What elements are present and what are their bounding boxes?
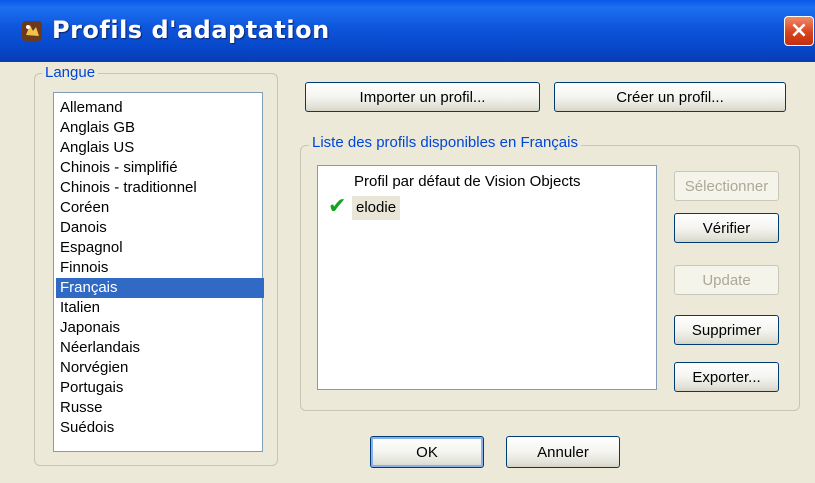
language-item[interactable]: Chinois - simplifié xyxy=(56,158,264,178)
language-list[interactable]: Allemand Anglais GB Anglais US Chinois -… xyxy=(53,92,264,452)
language-group-label: Langue xyxy=(42,64,99,81)
language-item[interactable]: Finnois xyxy=(56,258,264,278)
language-item[interactable]: Suédois xyxy=(56,418,264,438)
language-item[interactable]: Japonais xyxy=(56,318,264,338)
verify-button[interactable]: Vérifier xyxy=(674,213,779,243)
select-button[interactable]: Sélectionner xyxy=(674,171,779,201)
language-item[interactable]: Anglais US xyxy=(56,138,264,158)
profile-list[interactable]: Profil par défaut de Vision Objects ✔ el… xyxy=(317,165,657,390)
profile-item-active[interactable]: elodie xyxy=(352,196,401,220)
import-profile-button[interactable]: Importer un profil... xyxy=(305,82,540,112)
language-item[interactable]: Coréen xyxy=(56,198,264,218)
language-item[interactable]: Danois xyxy=(56,218,264,238)
ok-button[interactable]: OK xyxy=(370,436,484,468)
profile-name: elodie xyxy=(356,199,397,216)
language-item[interactable]: Russe xyxy=(56,398,264,418)
profiles-group-label: Liste des profils disponibles en Françai… xyxy=(309,134,581,151)
title-bar[interactable]: Profils d'adaptation × xyxy=(0,0,815,62)
language-item[interactable]: Chinois - traditionnel xyxy=(56,178,264,198)
language-item[interactable]: Espagnol xyxy=(56,238,264,258)
language-item[interactable]: Néerlandais xyxy=(56,338,264,358)
language-item[interactable]: Italien xyxy=(56,298,264,318)
language-item[interactable]: Portugais xyxy=(56,378,264,398)
language-item-selected[interactable]: Français xyxy=(56,278,264,298)
cancel-button[interactable]: Annuler xyxy=(506,436,620,468)
profile-name: Profil par défaut de Vision Objects xyxy=(354,173,581,190)
language-item[interactable]: Norvégien xyxy=(56,358,264,378)
language-item[interactable]: Allemand xyxy=(56,98,264,118)
profile-item[interactable]: Profil par défaut de Vision Objects xyxy=(354,170,585,194)
create-profile-button[interactable]: Créer un profil... xyxy=(554,82,786,112)
app-icon xyxy=(22,21,42,41)
window-title: Profils d'adaptation xyxy=(52,16,330,44)
delete-button[interactable]: Supprimer xyxy=(674,315,779,345)
close-button[interactable]: × xyxy=(784,16,814,46)
profiles-dialog: Profils d'adaptation × Langue Allemand A… xyxy=(0,0,815,483)
language-item[interactable]: Anglais GB xyxy=(56,118,264,138)
export-button[interactable]: Exporter... xyxy=(674,362,779,392)
checkmark-icon: ✔ xyxy=(328,194,347,219)
close-icon: × xyxy=(789,18,809,43)
update-button[interactable]: Update xyxy=(674,265,779,295)
